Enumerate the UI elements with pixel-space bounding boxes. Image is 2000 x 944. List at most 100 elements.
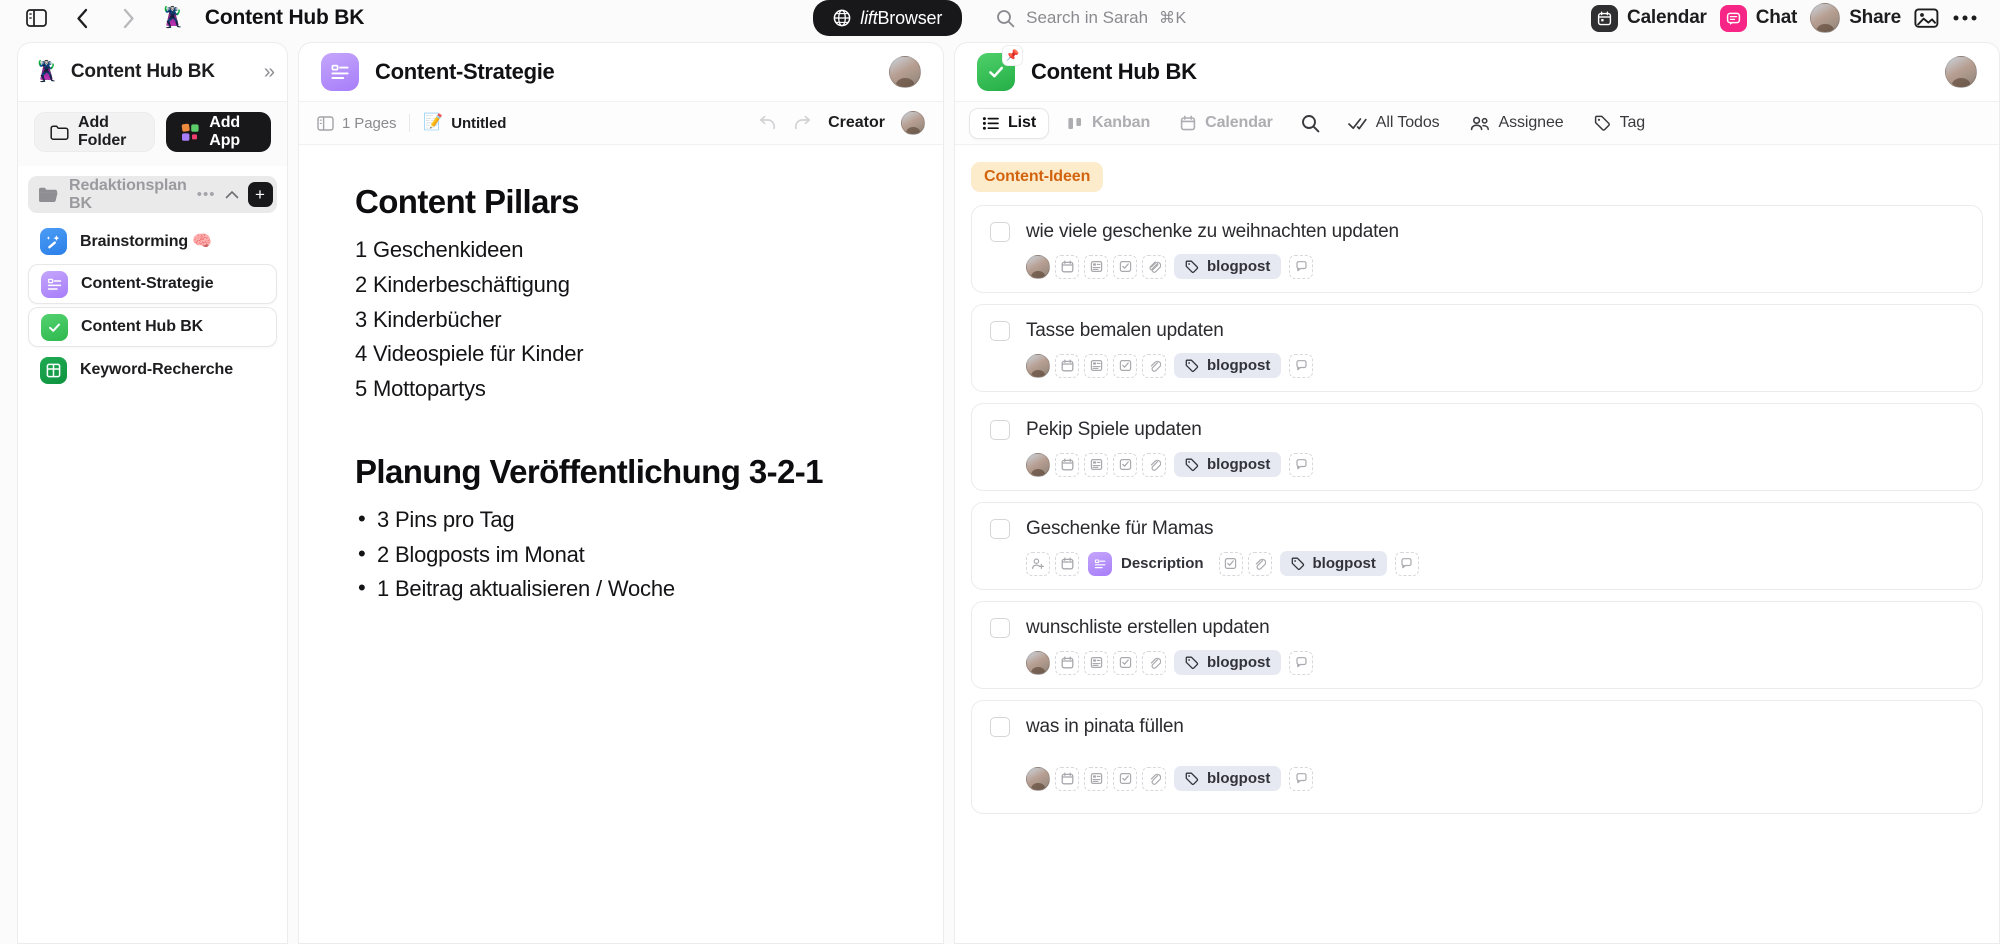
tab-list[interactable]: List (969, 107, 1050, 139)
tab-calendar[interactable]: Calendar (1168, 108, 1285, 139)
attachment-icon[interactable] (1142, 766, 1166, 791)
share-button[interactable]: Share (1810, 3, 1901, 33)
filter-assignee[interactable]: Assignee (1458, 108, 1576, 139)
comment-icon[interactable] (1289, 353, 1314, 378)
sidebar-toggle-icon[interactable] (22, 4, 50, 32)
task-checkbox[interactable] (990, 222, 1010, 242)
comment-icon[interactable] (1289, 452, 1314, 477)
comment-icon[interactable] (1394, 551, 1419, 576)
description-chip[interactable]: Description (1088, 551, 1210, 576)
filter-all-todos[interactable]: All Todos (1336, 108, 1452, 139)
task-card[interactable]: Pekip Spiele updaten blogpost (971, 403, 1983, 491)
due-date-icon[interactable] (1055, 353, 1079, 378)
task-card[interactable]: wie viele geschenke zu weihnachten updat… (971, 205, 1983, 293)
tag-chip[interactable]: blogpost (1174, 766, 1282, 791)
folder-row-redaktionsplan[interactable]: Redaktionsplan BK ••• + (28, 176, 277, 213)
group-chip-content-ideen[interactable]: Content-Ideen (971, 162, 1104, 192)
search-input[interactable]: Search in Sarah ⌘K (996, 8, 1187, 28)
subtask-icon[interactable] (1218, 551, 1243, 576)
subtask-icon[interactable] (1113, 650, 1137, 675)
task-card[interactable]: Geschenke für Mamas Description blogpost (971, 502, 1983, 590)
due-date-icon[interactable] (1055, 766, 1079, 791)
pages-button[interactable]: 1 Pages (317, 115, 396, 132)
add-assignee-icon[interactable] (1026, 551, 1050, 576)
lift-browser-pill[interactable]: liftBrowser (813, 0, 963, 36)
check-icon: 📌 (977, 46, 1022, 91)
due-date-icon[interactable] (1055, 650, 1079, 675)
sidebar-item-keyword-recherche[interactable]: Keyword-Recherche (28, 350, 277, 390)
tab-kanban[interactable]: Kanban (1055, 108, 1162, 139)
task-checkbox[interactable] (990, 321, 1010, 341)
task-checkbox[interactable] (990, 717, 1010, 737)
tag-chip[interactable]: blogpost (1279, 551, 1387, 576)
task-search-button[interactable] (1291, 108, 1330, 139)
subtask-icon[interactable] (1113, 452, 1137, 477)
avatar[interactable] (889, 56, 921, 88)
more-horizontal-icon[interactable] (1952, 14, 1978, 22)
filter-label: Assignee (1498, 114, 1564, 131)
avatar[interactable] (1945, 56, 1977, 88)
description-icon[interactable] (1084, 650, 1108, 675)
add-item-button[interactable]: + (247, 182, 273, 207)
attachment-icon[interactable] (1142, 353, 1166, 378)
task-checkbox[interactable] (990, 618, 1010, 638)
chevron-up-icon[interactable] (225, 190, 239, 199)
chat-button[interactable]: Chat (1719, 4, 1797, 32)
undo-icon[interactable] (758, 115, 777, 132)
due-date-icon[interactable] (1055, 551, 1079, 576)
tag-chip[interactable]: blogpost (1174, 452, 1282, 477)
calendar-button[interactable]: Calendar (1591, 4, 1707, 32)
back-button[interactable] (68, 4, 96, 32)
share-label: Share (1849, 7, 1901, 28)
avatar[interactable] (901, 111, 925, 135)
task-meta: blogpost (1026, 353, 1964, 378)
comment-icon[interactable] (1289, 254, 1314, 279)
calendar-icon (1180, 115, 1196, 131)
avatar[interactable] (1026, 353, 1050, 378)
task-meta: blogpost (1026, 766, 1964, 791)
attachment-icon[interactable] (1142, 650, 1166, 675)
filter-tag[interactable]: Tag (1582, 108, 1658, 139)
add-folder-button[interactable]: Add Folder (34, 112, 156, 152)
comment-icon[interactable] (1289, 650, 1314, 675)
add-app-label: Add App (209, 114, 241, 149)
more-horizontal-icon[interactable]: ••• (197, 187, 216, 202)
task-checkbox[interactable] (990, 519, 1010, 539)
avatar[interactable] (1026, 650, 1050, 675)
subtask-icon[interactable] (1113, 254, 1137, 279)
note-button[interactable]: 📝 Untitled (423, 115, 506, 132)
description-icon[interactable] (1084, 353, 1108, 378)
sparkle-wand-icon (40, 227, 67, 255)
description-icon[interactable] (1084, 452, 1108, 477)
attachment-icon[interactable] (1247, 551, 1272, 576)
attachment-icon[interactable] (1142, 254, 1166, 279)
sidebar-item-brainstorming[interactable]: Brainstorming 🧠 (28, 221, 277, 261)
avatar[interactable] (1026, 254, 1050, 279)
sidebar-item-content-strategie[interactable]: Content-Strategie (28, 264, 277, 304)
avatar[interactable] (1026, 766, 1050, 791)
double-check-icon (1347, 116, 1367, 131)
due-date-icon[interactable] (1055, 254, 1079, 279)
tag-chip[interactable]: blogpost (1174, 650, 1282, 675)
description-icon[interactable] (1084, 766, 1108, 791)
sidebar-item-content-hub-bk[interactable]: Content Hub BK (28, 307, 277, 347)
task-checkbox[interactable] (990, 420, 1010, 440)
task-card[interactable]: Tasse bemalen updaten blogpost (971, 304, 1983, 392)
redo-icon[interactable] (793, 115, 812, 132)
tag-chip[interactable]: blogpost (1174, 353, 1282, 378)
task-card[interactable]: was in pinata füllen blogpost (971, 700, 1983, 814)
task-card[interactable]: wunschliste erstellen updaten blogpost (971, 601, 1983, 689)
subtask-icon[interactable] (1113, 353, 1137, 378)
subtask-icon[interactable] (1113, 766, 1137, 791)
attachment-icon[interactable] (1142, 452, 1166, 477)
tag-chip[interactable]: blogpost (1174, 254, 1282, 279)
image-icon[interactable] (1914, 7, 1939, 29)
add-app-button[interactable]: Add App (166, 112, 271, 152)
forward-button[interactable] (114, 4, 142, 32)
comment-icon[interactable] (1289, 766, 1314, 791)
due-date-icon[interactable] (1055, 452, 1079, 477)
chevron-double-right-icon[interactable]: » (264, 62, 275, 82)
description-icon[interactable] (1084, 254, 1108, 279)
avatar[interactable] (1026, 452, 1050, 477)
document-body[interactable]: Content Pillars 1 Geschenkideen 2 Kinder… (299, 145, 943, 943)
